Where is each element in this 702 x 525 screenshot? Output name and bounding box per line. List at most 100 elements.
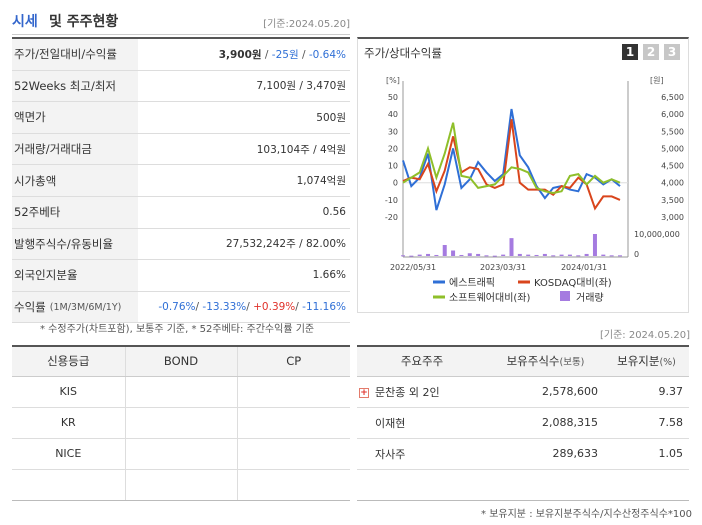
credit-agency: KIS [12,376,125,408]
table-row: KR [12,407,350,439]
holder-shares [487,469,604,501]
holders-header-name: 주요주주 [357,345,487,377]
holders-header-pct-sub: (%) [659,357,676,369]
info-row-mcap: 시가총액 1,074억원 [12,165,350,197]
return-sub-label: (1M/3M/6M/1Y) [49,301,122,313]
info-value: 103,104주 / 4억원 [256,143,346,156]
volume-bar [551,255,556,257]
credit-cp [236,469,350,501]
y-right-tick-label: 4,000 [661,179,684,188]
y-left-tick-label: 10 [388,162,398,171]
return-1y: -11.16% [302,301,346,314]
table-row: NICE [12,438,350,470]
chart-panel: 주가/상대수익률 1 2 3 [%] [원] 50 40 30 20 10 0 -10 -20 6,… [357,37,689,313]
volume-bar [451,250,456,256]
table-row [357,469,689,501]
y-right-tick-label: 6,500 [661,93,684,102]
volume-bar [526,254,531,256]
info-label: 외국인지분율 [12,260,138,291]
y-left-tick-label: 50 [388,93,398,102]
volume-tick-label: 0 [634,250,639,259]
holder-shares: 2,088,315 [487,407,604,439]
volume-bar [501,254,506,256]
volume-bar [509,238,514,256]
volume-bar [401,255,405,257]
holder-pct: 9.37 [604,376,689,408]
volume-bar [434,254,439,256]
credit-cp [236,438,350,470]
holders-header-shares-sub: (보통) [559,357,585,369]
credit-agency: KR [12,407,125,439]
volume-bar [476,253,481,256]
holder-name-text: 문찬종 외 2인 [375,385,440,399]
volume-bar [592,234,597,256]
section-title-sub: 및 주주현황 [49,14,119,30]
volume-bar [459,254,464,256]
expand-plus-icon[interactable]: + [359,387,369,398]
legend-label: KOSDAQ대비(좌) [534,277,612,289]
volume-bar [584,253,589,256]
credit-bond [124,376,237,408]
legend-label: 거래량 [576,292,604,304]
credit-bond [124,469,237,501]
credit-agency: NICE [12,438,125,470]
credit-bond [124,438,237,470]
holder-shares: 289,633 [487,438,604,470]
volume-tick-label: 10,000,000 [634,230,680,239]
info-row-52weeks: 52Weeks 최고/최저 7,100원 / 3,470원 [12,70,350,103]
info-value: 1.66% [312,269,346,282]
y-left-tick-label: 20 [388,144,398,153]
info-label: 52Weeks 최고/최저 [12,70,138,102]
x-tick-label: 2022/05/31 [390,263,436,272]
info-value: 3,900원 / -25원 / -0.64% [218,48,346,61]
volume-bar [442,245,447,256]
info-label: 발행주식수/유동비율 [12,228,138,260]
holders-header-pct: 보유지분(%) [604,345,689,377]
volume-bar [484,255,489,257]
info-label: 거래량/거래대금 [12,133,138,165]
info-value: 1,074억원 [296,175,346,188]
holder-name: 이재현 [357,407,487,439]
info-row-return: 수익률 (1M/3M/6M/1Y) -0.76%/ -13.33%/ +0.39… [12,291,350,324]
section-header: 시세 및 주주현황 [기준:2024.05.20] [12,9,350,35]
y-left-tick-label: -20 [385,213,398,222]
info-row-volume: 거래량/거래대금 103,104주 / 4억원 [12,133,350,166]
series-line-1 [402,119,621,211]
volume-bar [426,253,431,256]
return-6m: +0.39% [253,301,296,314]
return-3m: -13.33% [202,301,247,314]
holder-pct: 1.05 [604,438,689,470]
credit-rating-table: 신용등급 BOND CP KIS KR NICE [12,345,350,501]
credit-header-rating: 신용등급 [12,345,125,377]
credit-agency [12,469,125,501]
info-row-shares: 발행주식수/유동비율 27,532,242주 / 82.00% [12,228,350,261]
credit-bond [124,407,237,439]
credit-cp [236,407,350,439]
volume-bar [576,255,581,257]
legend-label: 에스트래픽 [449,277,495,289]
price-info-table: 주가/전일대비/수익률 3,900원 / -25원 / -0.64% 52Wee… [12,37,350,324]
y-left-tick-label: 30 [388,127,398,136]
holders-note: * 보유지분 : 보유지분주식수/지수산정주식수*100 [481,509,692,520]
section-title-main: 시세 [12,14,38,30]
current-price: 3,900원 [218,48,262,61]
y-left-unit: [%] [386,76,400,85]
holders-header-shares-label: 보유주식수 [506,354,560,369]
volume-bar [567,254,572,256]
y-right-tick-label: 5,000 [661,144,684,153]
info-label: 액면가 [12,102,138,133]
volume-bar [409,255,414,257]
x-tick-label: 2023/03/31 [480,263,526,272]
volume-bar [417,254,422,256]
info-value: 27,532,242주 / 82.00% [225,238,346,251]
volume-bar [467,253,472,256]
y-right-unit: [원] [650,76,664,85]
holders-header-shares: 보유주식수(보통) [487,345,604,377]
volume-bar [609,255,614,257]
legend-label: 소프트웨어대비(좌) [449,292,531,304]
return-label: 수익률 [14,300,46,315]
holder-name[interactable]: + 문찬종 외 2인 [357,376,487,408]
volume-bar [618,255,622,257]
table-row: 자사주 289,633 1.05 [357,438,689,470]
y-right-tick-label: 6,000 [661,110,684,119]
